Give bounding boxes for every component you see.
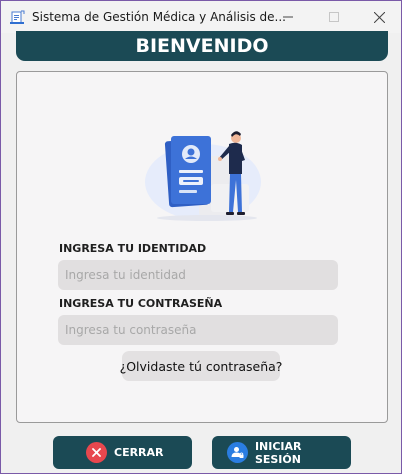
user-lock-icon (227, 442, 248, 463)
identity-input[interactable] (58, 260, 338, 290)
identity-label: INGRESA TU IDENTIDAD (59, 242, 207, 255)
password-input[interactable] (58, 315, 338, 345)
forgot-password-label: ¿Olvidaste tú contraseña? (119, 358, 283, 374)
x-circle-icon (86, 442, 107, 463)
close-button-label: CERRAR (114, 446, 164, 459)
password-label: INGRESA TU CONTRASEÑA (59, 297, 223, 310)
close-icon (373, 11, 385, 23)
welcome-banner: BIENVENIDO (16, 31, 388, 61)
forgot-password-button[interactable]: ¿Olvidaste tú contraseña? (119, 351, 283, 381)
app-icon (10, 9, 26, 25)
window-title: Sistema de Gestión Médica y Análisis de.… (32, 10, 286, 24)
login-button[interactable]: INICIAR SESIÓN (212, 436, 351, 469)
page-title: BIENVENIDO (135, 35, 269, 57)
maximize-button[interactable] (311, 1, 357, 33)
title-bar[interactable]: Sistema de Gestión Médica y Análisis de.… (1, 1, 401, 33)
close-window-button[interactable] (356, 1, 402, 33)
minimize-icon (283, 16, 293, 18)
login-button-label: INICIAR SESIÓN (254, 439, 302, 466)
maximize-icon (329, 12, 339, 22)
id-card-person-illustration (141, 124, 269, 224)
close-button[interactable]: CERRAR (53, 436, 192, 469)
login-window: Sistema de Gestión Médica y Análisis de.… (0, 0, 402, 474)
minimize-button[interactable] (265, 1, 311, 33)
login-panel: INGRESA TU IDENTIDAD INGRESA TU CONTRASE… (16, 71, 388, 423)
